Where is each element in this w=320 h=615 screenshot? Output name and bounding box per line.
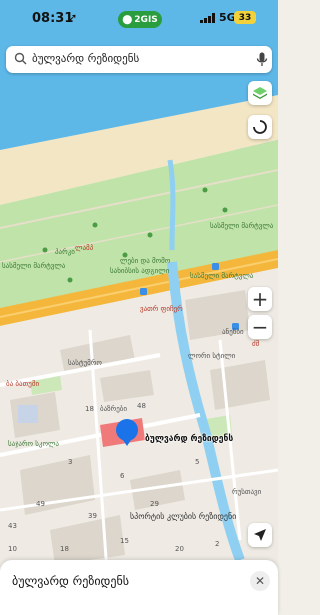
map-label-lamp: ლამპ [75, 244, 94, 252]
map-label-num-15: 15 [120, 537, 129, 545]
map-label-pub-school: საჯარო სკოლა [8, 440, 59, 448]
map-label-park: პარკი [55, 248, 75, 256]
map-label-lebi-momo: ლები და მომო [120, 257, 171, 265]
battery-level: 33 [238, 12, 252, 23]
map-label-num-2: 2 [215, 540, 220, 548]
location-arrow-icon: ➚ [68, 11, 78, 24]
my-location-button[interactable] [248, 523, 272, 547]
twogis-badge[interactable]: ⬤ 2GIS [118, 11, 162, 28]
battery-icon: 33 [234, 11, 256, 24]
map-label-bazari: ბაზრები [100, 405, 128, 413]
map-label-sas-mrt-2: სასმელი მარტვლა [2, 262, 66, 270]
layers-button[interactable] [248, 81, 272, 105]
microphone-icon[interactable] [256, 52, 268, 67]
map-label-dzmebi: ძმ [252, 340, 260, 348]
zoom-in-button[interactable]: + [248, 287, 272, 311]
pin-label[interactable]: ბულვარდ რეზიდენს [145, 434, 233, 444]
search-input[interactable]: ბულვარდ რეზიდენს [32, 52, 139, 65]
map-label-num-3: 3 [68, 458, 73, 466]
map-label-num-10: 10 [8, 545, 17, 553]
close-button[interactable]: ✕ [250, 571, 270, 591]
map-label-num-18b: 18 [60, 545, 69, 553]
signal-icon [200, 13, 215, 23]
map-label-num-18: 18 [85, 405, 94, 413]
close-icon: ✕ [254, 574, 266, 588]
map-label-sas-mrt-3: სასმელი მარტვლა [190, 272, 254, 280]
zoom-out-label: − [251, 315, 269, 339]
map-canvas[interactable] [0, 0, 278, 615]
map-label-lori-stile: ლორი სტილი [188, 352, 236, 360]
zoom-in-label: + [251, 287, 269, 311]
map-label-ashenebi: ანენბი [222, 328, 244, 336]
search-icon [14, 52, 27, 65]
bottom-sheet[interactable]: ბულვარდ რეზიდენს ✕ [0, 560, 278, 615]
map-label-num-29: 29 [150, 500, 159, 508]
map-label-num-20: 20 [175, 545, 184, 553]
twogis-badge-text: 2GIS [134, 14, 158, 25]
layers-icon [253, 87, 267, 99]
map-label-num-48: 48 [137, 402, 146, 410]
search-bar[interactable]: ბულვარდ რეზიდენს [6, 46, 272, 73]
map-label-sastumro: სასტუმრო [68, 359, 102, 367]
map-label-sas-mrt-1: სასმელი მარტვლა [210, 222, 274, 230]
map-graphics [0, 0, 278, 615]
zoom-out-button[interactable]: − [248, 315, 272, 339]
map-label-num-5: 5 [195, 458, 200, 466]
navigation-arrow-icon [254, 529, 266, 541]
twogis-logo-icon: ⬤ [122, 14, 133, 25]
map-label-sports-club: სპორტის კლუბის რეზიდენი [130, 512, 237, 521]
map-label-num-43: 43 [8, 522, 17, 530]
map-label-ba-tsc: ბა ბათუმი [6, 380, 40, 388]
status-bar: 08:31 ➚ ⬤ 2GIS 5G 33 [0, 0, 278, 40]
map-label-num-39: 39 [88, 512, 97, 520]
sheet-title: ბულვარდ რეზიდენს [12, 574, 129, 588]
map-label-num-49: 49 [36, 500, 45, 508]
compass-button[interactable] [248, 115, 272, 139]
map-label-rustavi: რუსთავი [232, 488, 262, 496]
map-label-sakhibs: სახიბსის ადგილი [110, 267, 170, 275]
map-label-num-6: 6 [120, 472, 125, 480]
map-label-pharmacy: ვათრ ფიჩერ [140, 305, 183, 313]
compass-icon [253, 120, 267, 134]
